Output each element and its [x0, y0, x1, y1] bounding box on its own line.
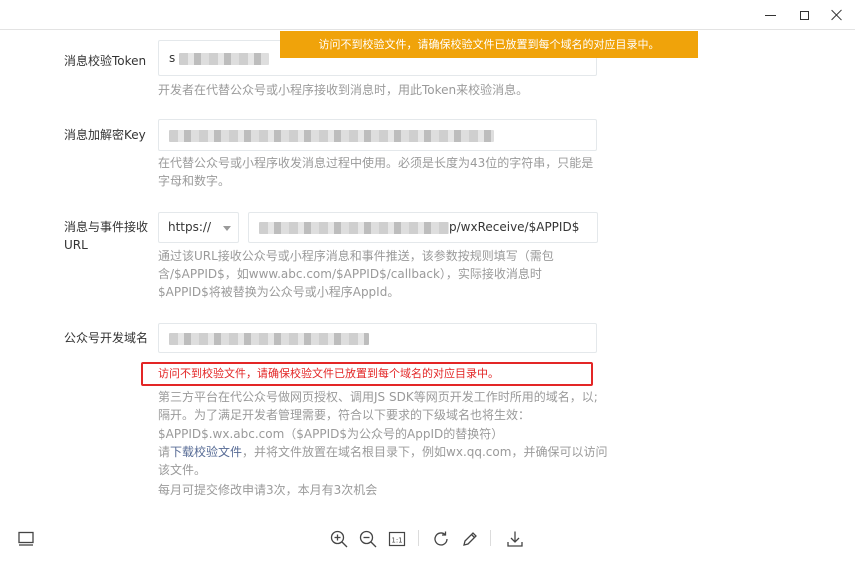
protocol-select[interactable]: https://	[158, 212, 239, 243]
hint-text: ，并将文件放置在域名根目录下，例如wx.qq.com，并确保可以访问	[242, 445, 608, 459]
event-url-hint-line3: $APPID$将被替换为公众号或小程序AppId。	[158, 285, 400, 299]
actual-size-icon: 1:1	[388, 531, 406, 547]
error-toast: 访问不到校验文件，请确保校验文件已放置到每个域名的对应目录中。	[280, 31, 698, 58]
dev-domain-hint-line5: 该文件。	[158, 463, 207, 477]
download-button[interactable]	[503, 527, 527, 551]
event-url-label-line2: URL	[64, 238, 88, 252]
encrypt-key-hint-line2: 字母和数字。	[158, 174, 231, 188]
token-value-prefix: s	[169, 51, 176, 65]
close-button[interactable]	[817, 0, 855, 30]
chevron-down-icon	[223, 226, 231, 231]
dev-domain-hint-line1: 第三方平台在代公众号做网页授权、调用JS SDK等网页开发工作时所用的域名，以;	[158, 390, 598, 404]
protocol-value: https://	[168, 220, 212, 234]
minimize-icon	[764, 14, 776, 16]
encrypt-key-field[interactable]	[158, 119, 597, 151]
redacted-token	[179, 52, 270, 65]
maximize-icon	[799, 10, 809, 20]
zoom-in-button[interactable]	[327, 527, 351, 551]
zoom-out-button[interactable]	[356, 527, 380, 551]
dev-domain-hint-line3: $APPID$.wx.abc.com（$APPID$为公众号的AppID的替换符…	[158, 427, 504, 441]
dev-domain-label: 公众号开发域名	[64, 331, 149, 345]
redacted-encrypt-key	[169, 129, 494, 142]
dev-domain-hint-line6: 每月可提交修改申请3次，本月有3次机会	[158, 483, 378, 497]
zoom-in-icon	[330, 530, 348, 548]
actual-size-label: 1:1	[391, 537, 402, 545]
dev-domain-hint-line4: 请下载校验文件，并将文件放置在域名根目录下，例如wx.qq.com，并确保可以访…	[158, 443, 607, 461]
image-viewer-content: 消息校验Token s 开发者在代替公众号或小程序接收到消息时，用此Token来…	[0, 31, 855, 515]
viewer-toolbar: 1:1	[0, 515, 855, 571]
toolbar-divider	[490, 530, 491, 546]
token-hint: 开发者在代替公众号或小程序接收到消息时，用此Token来校验消息。	[158, 83, 529, 97]
sidebar-toggle-button[interactable]	[14, 527, 38, 551]
download-icon	[507, 531, 523, 547]
toolbar-divider	[418, 530, 419, 546]
event-url-suffix: p/wxReceive/$APPID$	[449, 220, 580, 234]
hint-text: 请	[158, 445, 171, 459]
redacted-domain	[169, 332, 369, 345]
redacted-url	[259, 221, 449, 234]
close-icon	[831, 9, 843, 21]
token-label: 消息校验Token	[64, 54, 147, 68]
event-url-hint-line2: 含/$APPID$，如www.abc.com/$APPID$/callback）…	[158, 267, 542, 281]
edit-button[interactable]	[458, 527, 482, 551]
download-verify-file-link[interactable]: 下载校验文件	[170, 445, 242, 459]
zoom-out-icon	[359, 530, 377, 548]
encrypt-key-hint-line1: 在代替公众号或小程序收发消息过程中使用。必须是长度为43位的字符串，只能是	[158, 156, 594, 170]
sidebar-icon	[18, 531, 34, 546]
dev-domain-field[interactable]	[158, 323, 597, 353]
rotate-icon	[434, 531, 448, 546]
window-titlebar	[0, 0, 855, 30]
event-url-hint-line1: 通过该URL接收公众号或小程序消息和事件推送，该参数按规则填写（需包	[158, 249, 554, 263]
event-url-label-line1: 消息与事件接收	[64, 220, 149, 234]
event-url-field[interactable]: p/wxReceive/$APPID$	[248, 212, 598, 243]
edit-icon	[463, 532, 477, 546]
rotate-button[interactable]	[429, 527, 453, 551]
dev-domain-hint-line2: 隔开。为了满足开发者管理需要，符合以下要求的下级域名也将生效：	[158, 408, 531, 422]
actual-size-button[interactable]: 1:1	[385, 527, 409, 551]
dev-domain-error: 访问不到校验文件，请确保校验文件已放置到每个域名的对应目录中。	[158, 367, 499, 380]
encrypt-key-label: 消息加解密Key	[64, 128, 146, 142]
